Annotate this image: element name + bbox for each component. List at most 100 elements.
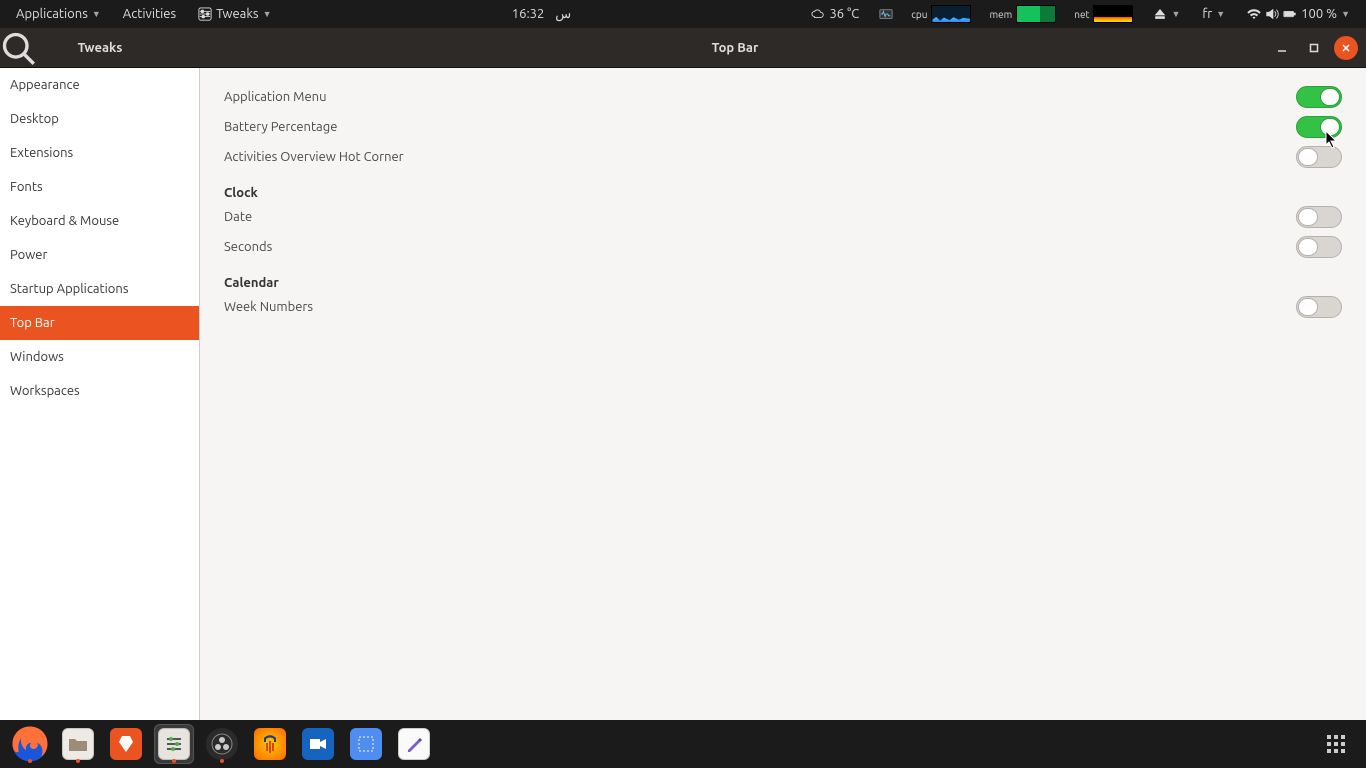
kdenlive-icon	[302, 728, 334, 760]
toggle-knob	[1298, 238, 1318, 256]
running-indicator	[28, 759, 32, 763]
battery-icon	[1283, 7, 1297, 21]
sidebar-item-top-bar[interactable]: Top Bar	[0, 306, 199, 340]
sidebar-item-desktop[interactable]: Desktop	[0, 102, 199, 136]
sidebar: AppearanceDesktopExtensionsFontsKeyboard…	[0, 68, 200, 720]
running-indicator	[172, 759, 176, 763]
apps-grid-icon	[1327, 735, 1345, 753]
mem-indicator[interactable]: mem	[983, 5, 1062, 23]
weather-icon	[811, 7, 825, 21]
tweaks-icon	[158, 728, 190, 760]
weather-indicator[interactable]: 36 °C	[803, 0, 867, 28]
app-title: Tweaks	[36, 41, 164, 55]
tweaks-app-icon	[198, 7, 212, 21]
dock-icon-tweaks[interactable]	[154, 724, 194, 764]
toggle-knob	[1298, 208, 1318, 226]
setting-label: Week Numbers	[224, 300, 1296, 314]
dock-icon-obs[interactable]	[202, 724, 242, 764]
toggle-battery-percentage[interactable]	[1296, 116, 1342, 138]
setting-row: Week Numbers	[224, 292, 1342, 322]
setting-label: Seconds	[224, 240, 1296, 254]
dock	[0, 720, 1366, 768]
section-header-clock: Clock	[224, 186, 1342, 200]
screenshot-icon	[350, 728, 382, 760]
chevron-down-icon: ▼	[263, 9, 272, 19]
toggle-knob	[1320, 118, 1340, 136]
toggle-knob	[1298, 148, 1318, 166]
gnome-top-panel: Applications ▼ Activities Tweaks ▼ 16:32…	[0, 0, 1366, 28]
sidebar-item-power[interactable]: Power	[0, 238, 199, 272]
battery-percentage: 100 %	[1301, 7, 1337, 21]
dock-icon-firefox[interactable]	[10, 724, 50, 764]
maximize-button[interactable]	[1302, 36, 1326, 60]
setting-row: Battery Percentage	[224, 112, 1342, 142]
page-title: Top Bar	[200, 41, 1270, 55]
dock-icon-files[interactable]	[58, 724, 98, 764]
active-app-label: Tweaks	[216, 7, 258, 21]
setting-row: Seconds	[224, 232, 1342, 262]
minimize-icon	[1277, 43, 1287, 53]
dock-icon-kdenlive[interactable]	[298, 724, 338, 764]
toggle-date[interactable]	[1296, 206, 1342, 228]
tweaks-window: Tweaks Top Bar AppearanceDesktopExtensio…	[0, 28, 1366, 720]
sidebar-item-fonts[interactable]: Fonts	[0, 170, 199, 204]
chevron-down-icon: ▼	[1216, 9, 1225, 19]
clock[interactable]: 16:32 س	[504, 0, 579, 28]
titlebar: Tweaks Top Bar	[0, 28, 1366, 68]
cpu-label: cpu	[911, 9, 927, 20]
keyboard-layout-indicator[interactable]: fr ▼	[1194, 0, 1233, 28]
close-button[interactable]	[1334, 36, 1358, 60]
net-label: net	[1074, 9, 1089, 20]
system-status-area[interactable]: 100 % ▼	[1239, 0, 1358, 28]
toggle-application-menu[interactable]	[1296, 86, 1342, 108]
show-applications-button[interactable]	[1316, 724, 1356, 764]
mem-graph	[1016, 5, 1056, 23]
sidebar-item-startup-applications[interactable]: Startup Applications	[0, 272, 199, 306]
sidebar-item-appearance[interactable]: Appearance	[0, 68, 199, 102]
removable-media-indicator[interactable]: ▼	[1145, 0, 1188, 28]
active-app-menu[interactable]: Tweaks ▼	[190, 0, 279, 28]
sidebar-item-workspaces[interactable]: Workspaces	[0, 374, 199, 408]
dock-icon-software[interactable]	[106, 724, 146, 764]
chevron-down-icon: ▼	[1171, 9, 1180, 19]
dock-icon-screenshot[interactable]	[346, 724, 386, 764]
close-icon	[1341, 43, 1351, 53]
minimize-button[interactable]	[1270, 36, 1294, 60]
setting-label: Battery Percentage	[224, 120, 1296, 134]
activities-button[interactable]: Activities	[115, 0, 184, 28]
chevron-down-icon: ▼	[1341, 9, 1350, 19]
sidebar-item-keyboard-mouse[interactable]: Keyboard & Mouse	[0, 204, 199, 238]
wifi-icon	[1247, 7, 1261, 21]
dock-icon-audacity[interactable]	[250, 724, 290, 764]
search-button[interactable]	[0, 28, 36, 67]
maximize-icon	[1309, 43, 1319, 53]
setting-row: Application Menu	[224, 82, 1342, 112]
net-indicator[interactable]: net	[1068, 5, 1139, 23]
setting-label: Activities Overview Hot Corner	[224, 150, 1296, 164]
search-icon	[0, 30, 36, 66]
setting-row: Date	[224, 202, 1342, 232]
clock-locale: س	[555, 7, 571, 22]
text-editor-icon	[398, 728, 430, 760]
toggle-week-numbers[interactable]	[1296, 296, 1342, 318]
files-icon	[62, 728, 94, 760]
activities-label: Activities	[123, 7, 176, 21]
dock-icon-text-editor[interactable]	[394, 724, 434, 764]
sidebar-item-extensions[interactable]: Extensions	[0, 136, 199, 170]
mem-label: mem	[989, 9, 1012, 20]
cpu-indicator[interactable]: cpu	[905, 5, 977, 23]
chevron-down-icon: ▼	[92, 9, 101, 19]
system-monitor-indicator[interactable]	[873, 7, 899, 21]
audacity-icon	[254, 728, 286, 760]
applications-menu[interactable]: Applications ▼	[8, 0, 109, 28]
cpu-graph	[931, 5, 971, 23]
volume-icon	[1265, 7, 1279, 21]
toggle-activities-overview-hot-corner[interactable]	[1296, 146, 1342, 168]
keyboard-layout-label: fr	[1202, 7, 1212, 21]
toggle-knob	[1298, 298, 1318, 316]
sidebar-item-windows[interactable]: Windows	[0, 340, 199, 374]
clock-time: 16:32	[512, 7, 545, 21]
eject-icon	[1153, 7, 1167, 21]
toggle-seconds[interactable]	[1296, 236, 1342, 258]
net-graph	[1093, 5, 1133, 23]
